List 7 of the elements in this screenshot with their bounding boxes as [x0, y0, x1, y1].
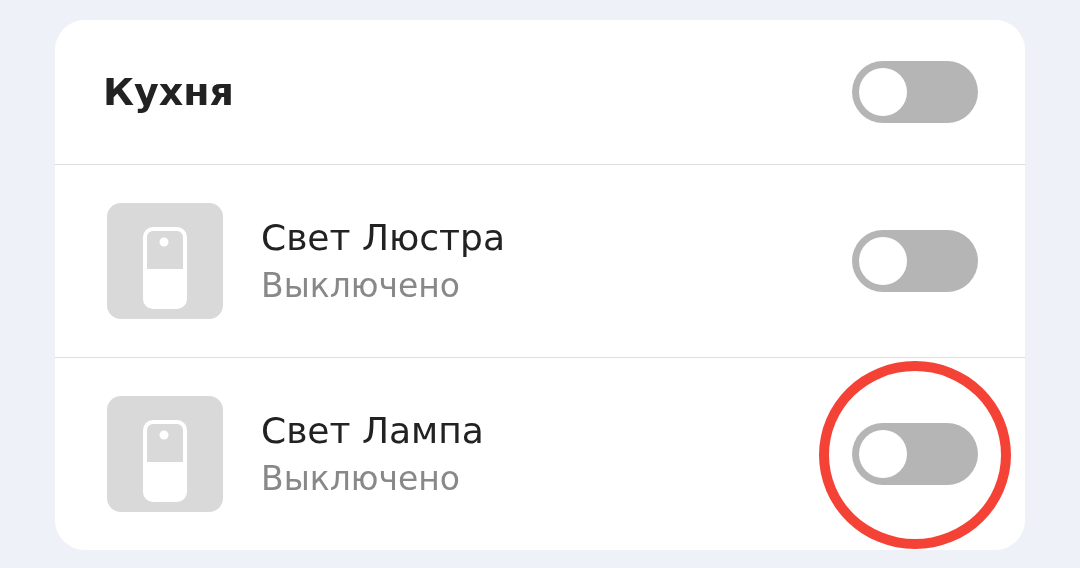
light-switch-icon — [107, 396, 223, 512]
light-switch-icon — [107, 203, 223, 319]
device-name: Свет Лампа — [261, 410, 485, 451]
device-status: Выключено — [261, 459, 462, 498]
device-status: Выключено — [261, 266, 462, 305]
device-name: Свет Люстра — [261, 217, 506, 258]
room-title: Кухня — [103, 70, 234, 114]
